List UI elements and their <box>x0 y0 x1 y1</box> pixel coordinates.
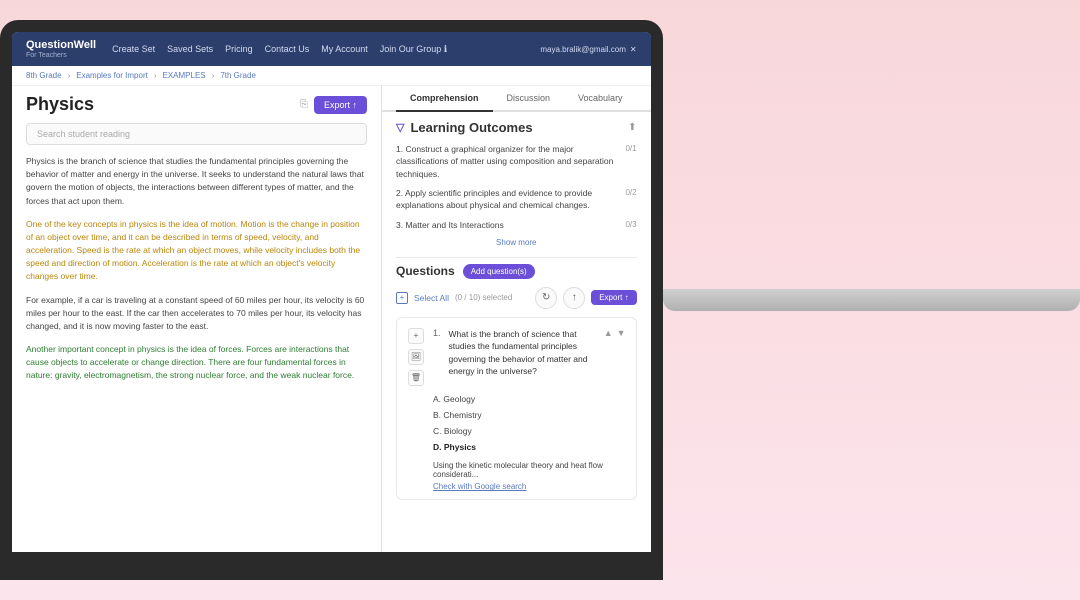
outcome-text-2: 2. Apply scientific principles and evide… <box>396 187 625 212</box>
question-down-icon[interactable]: ▼ <box>617 328 626 338</box>
user-email: maya.bralik@gmail.com <box>540 45 625 54</box>
refresh-icon[interactable]: ↻ <box>535 287 557 309</box>
answer-text-c: Biology <box>444 426 472 436</box>
answer-text-b: Chemistry <box>443 410 481 420</box>
para-3: For example, if a car is traveling at a … <box>26 294 367 334</box>
answer-option-c: C. Biology <box>433 426 626 438</box>
section-divider <box>396 257 637 258</box>
para-4: Another important concept in physics is … <box>26 343 367 383</box>
answer-option-a: A. Geology <box>433 394 626 406</box>
question-card-1: + 🖼 🗑 1. What is the branch of science t… <box>396 317 637 501</box>
show-more-btn[interactable]: Show more <box>396 238 637 247</box>
question-card-header: + 🖼 🗑 1. What is the branch of science t… <box>407 328 626 386</box>
breadcrumb-examples-import[interactable]: Examples for Import <box>76 71 148 80</box>
tab-discussion[interactable]: Discussion <box>493 86 565 112</box>
add-question-button[interactable]: Add question(s) <box>463 264 535 279</box>
share-icon[interactable]: ↑ <box>563 287 585 309</box>
questions-title: Questions <box>396 264 455 278</box>
nav-saved-sets[interactable]: Saved Sets <box>167 44 213 55</box>
question-image-icon[interactable]: 🖼 <box>408 349 424 365</box>
left-export-button[interactable]: Export ↑ <box>314 96 367 114</box>
tab-vocabulary[interactable]: Vocabulary <box>564 86 637 112</box>
tab-bar: Comprehension Discussion Vocabulary <box>382 86 651 112</box>
brand-sub: For Teachers <box>26 52 96 59</box>
right-scroll-area: ▽ Learning Outcomes ⬆ 1. Construct a gra… <box>382 112 651 552</box>
outcome-item-3: 3. Matter and Its Interactions 0/3 <box>396 219 637 231</box>
nav-my-account[interactable]: My Account <box>321 44 368 55</box>
select-all-checkbox[interactable]: + <box>396 292 408 304</box>
toolbar-actions: ↻ ↑ Export ↑ <box>535 287 636 309</box>
google-check-area: Using the kinetic molecular theory and h… <box>433 461 626 491</box>
answer-option-d: D. Physics <box>433 442 626 454</box>
outcome-count-3: 0/3 <box>625 219 636 231</box>
nav-create-set[interactable]: Create Set <box>112 44 155 55</box>
question-text: What is the branch of science that studi… <box>449 328 596 386</box>
user-icon: ✕ <box>630 45 637 54</box>
answer-text-d: Physics <box>444 442 476 452</box>
breadcrumb-examples[interactable]: EXAMPLES <box>163 71 206 80</box>
reading-text-area: Physics is the branch of science that st… <box>12 151 381 552</box>
outcomes-title: ▽ Learning Outcomes <box>396 120 533 135</box>
copy-icon[interactable]: ⎘ <box>300 99 308 110</box>
outcome-item-2: 2. Apply scientific principles and evide… <box>396 187 637 212</box>
breadcrumb-8th-grade[interactable]: 8th Grade <box>26 71 62 80</box>
answer-text-a: Geology <box>443 394 475 404</box>
answer-letter-c: C. <box>433 426 444 436</box>
google-check-preview: Using the kinetic molecular theory and h… <box>433 461 626 479</box>
question-up-icon[interactable]: ▲ <box>604 328 613 338</box>
laptop-base <box>663 289 1080 311</box>
laptop-frame: QuestionWell For Teachers Create Set Sav… <box>0 20 663 580</box>
breadcrumb-7th-grade[interactable]: 7th Grade <box>220 71 256 80</box>
search-reading-input[interactable]: Search student reading <box>26 123 367 145</box>
nav-contact[interactable]: Contact Us <box>265 44 310 55</box>
para-1: Physics is the branch of science that st… <box>26 155 367 208</box>
question-icons: + 🖼 🗑 <box>407 328 425 386</box>
question-delete-icon[interactable]: 🗑 <box>408 370 424 386</box>
question-checkbox[interactable]: + <box>408 328 424 344</box>
left-panel: Physics ⎘ Export ↑ Search student readin… <box>12 86 382 552</box>
google-check-link[interactable]: Check with Google search <box>433 482 626 491</box>
select-all-label[interactable]: Select All <box>414 293 449 303</box>
brand-logo: QuestionWell For Teachers <box>26 39 96 58</box>
main-content: Physics ⎘ Export ↑ Search student readin… <box>12 86 651 552</box>
breadcrumb-sep-3: › <box>212 71 215 80</box>
page-title: Physics <box>26 94 94 115</box>
questions-toolbar: + Select All (0 / 10) selected ↻ ↑ Expor… <box>396 287 637 309</box>
answer-options: A. Geology B. Chemistry C. Biology <box>433 394 626 454</box>
breadcrumb-sep-2: › <box>154 71 157 80</box>
left-header: Physics ⎘ Export ↑ <box>12 86 381 119</box>
outcome-item-1: 1. Construct a graphical organizer for t… <box>396 143 637 180</box>
top-nav: QuestionWell For Teachers Create Set Sav… <box>12 32 651 66</box>
brand-name: QuestionWell <box>26 39 96 51</box>
select-all-area: + Select All (0 / 10) selected <box>396 292 512 304</box>
nav-links: Create Set Saved Sets Pricing Contact Us… <box>112 44 540 55</box>
question-actions: ▲ ▼ <box>604 328 626 338</box>
outcome-text-1: 1. Construct a graphical organizer for t… <box>396 143 625 180</box>
selected-count: (0 / 10) selected <box>455 293 512 302</box>
nav-user: maya.bralik@gmail.com ✕ <box>540 45 636 54</box>
answer-letter-b: B. <box>433 410 443 420</box>
answer-letter-a: A. <box>433 394 443 404</box>
tab-comprehension[interactable]: Comprehension <box>396 86 493 112</box>
outcomes-section-header: ▽ Learning Outcomes ⬆ <box>396 120 637 135</box>
laptop-screen: QuestionWell For Teachers Create Set Sav… <box>12 32 651 552</box>
question-number: 1. <box>433 328 441 386</box>
outcome-count-1: 0/1 <box>625 143 636 155</box>
breadcrumb: 8th Grade › Examples for Import › EXAMPL… <box>12 66 651 86</box>
outcome-count-2: 0/2 <box>625 187 636 199</box>
nav-pricing[interactable]: Pricing <box>225 44 253 55</box>
questions-header: Questions Add question(s) <box>396 264 637 279</box>
answer-letter-d: D. <box>433 442 444 452</box>
outcomes-share-icon[interactable]: ⬆ <box>628 122 636 133</box>
questions-export-button[interactable]: Export ↑ <box>591 290 636 305</box>
outcomes-title-text: Learning Outcomes <box>410 120 532 135</box>
outcome-text-3: 3. Matter and Its Interactions <box>396 219 625 231</box>
para-2: One of the key concepts in physics is th… <box>26 218 367 284</box>
nav-join-group[interactable]: Join Our Group ℹ <box>380 44 447 55</box>
answer-option-b: B. Chemistry <box>433 410 626 422</box>
right-panel: Comprehension Discussion Vocabulary ▽ Le… <box>382 86 651 552</box>
breadcrumb-sep-1: › <box>68 71 71 80</box>
filter-icon: ▽ <box>396 121 404 134</box>
